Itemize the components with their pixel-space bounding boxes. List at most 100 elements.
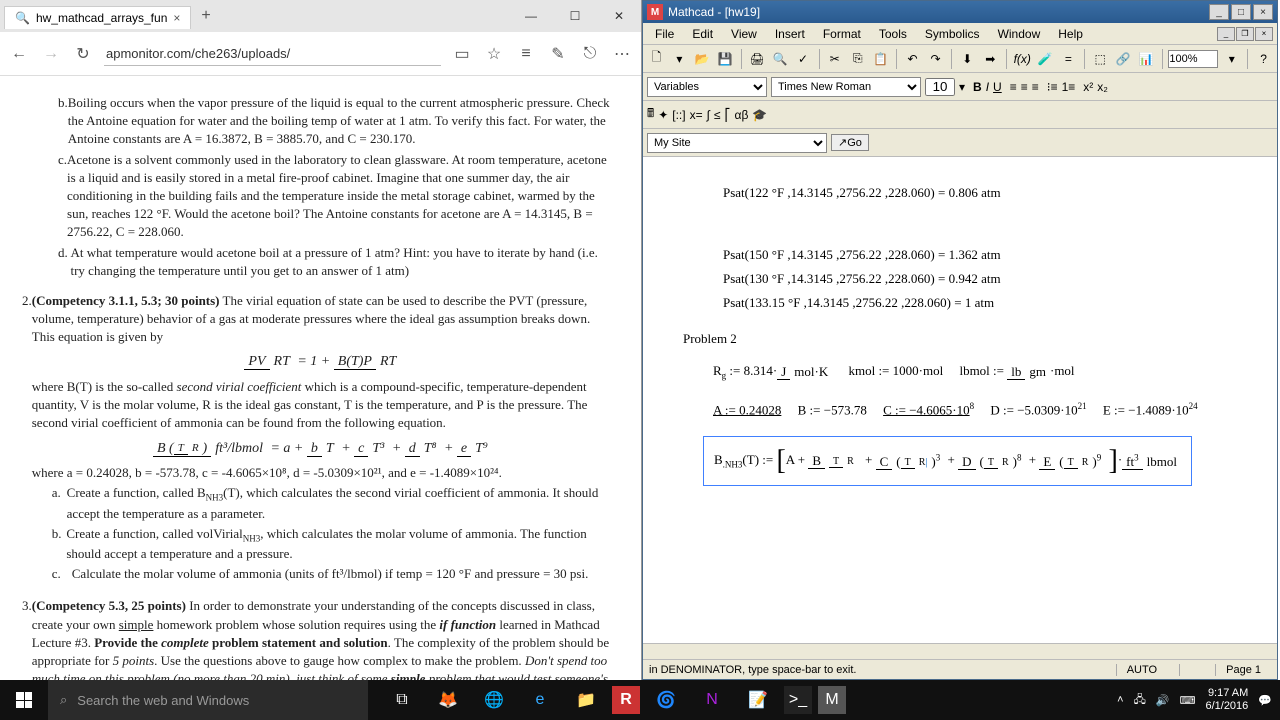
close-button[interactable]: ✕ (597, 1, 641, 31)
hub-icon[interactable]: ≡ (515, 45, 537, 63)
close-tab-icon[interactable]: × (173, 11, 180, 25)
volume-icon[interactable]: 🔊 (1156, 694, 1170, 707)
maximize-button[interactable]: ☐ (553, 1, 597, 31)
mdi-minimize-button[interactable]: _ (1217, 27, 1235, 41)
document-content[interactable]: b.Boiling occurs when the vapor pressure… (0, 76, 641, 680)
graph-toolbar-icon[interactable]: ✦ (658, 108, 668, 122)
unit-icon[interactable]: 🧪 (1036, 48, 1055, 70)
align-left-icon[interactable]: ≡ (1010, 80, 1017, 94)
undo-icon[interactable]: ↶ (903, 48, 922, 70)
cut-icon[interactable]: ✂ (825, 48, 844, 70)
bullets-icon[interactable]: ⁝≡ (1047, 80, 1058, 94)
bold-button[interactable]: B (973, 80, 982, 94)
bnh3-definition[interactable]: B.NH3(T) := [A + BTR + C(TR|)3 + D(TR)8 … (703, 436, 1192, 486)
italic-button[interactable]: I (986, 80, 989, 94)
calculator-icon[interactable]: 🖩 (647, 104, 654, 125)
more-icon[interactable]: ⋯ (611, 44, 633, 64)
reading-view-icon[interactable]: ▭ (451, 44, 473, 64)
font-size-input[interactable] (925, 78, 955, 96)
help-icon[interactable]: ? (1254, 48, 1273, 70)
new-icon[interactable]: 🗋 (647, 48, 666, 70)
psat-line-1[interactable]: Psat(122 °F ,14.3145 ,2756.22 ,228.060) … (723, 185, 1237, 201)
browser-tab[interactable]: 🔍 hw_mathcad_arrays_fun × (4, 6, 191, 29)
firefox-icon[interactable]: 🦊 (428, 680, 468, 720)
mdi-close-button[interactable]: × (1255, 27, 1273, 41)
evaluation-icon[interactable]: x= (690, 108, 703, 122)
mc-close-button[interactable]: × (1253, 4, 1273, 20)
menu-insert[interactable]: Insert (767, 25, 813, 43)
insert-link-icon[interactable]: 🔗 (1114, 48, 1133, 70)
psat-line-2[interactable]: Psat(150 °F ,14.3145 ,2756.22 ,228.060) … (723, 247, 1237, 263)
dropdown-icon[interactable]: ▾ (670, 48, 689, 70)
underline-button[interactable]: U (993, 80, 1002, 94)
notifications-icon[interactable]: 💬 (1258, 694, 1272, 707)
paste-icon[interactable]: 📋 (871, 48, 890, 70)
copy-icon[interactable]: ⎘ (848, 48, 867, 70)
constants-line[interactable]: Rg := 8.314·Jmol·K kmol := 1000·mol lbmo… (713, 363, 1237, 381)
zoom-input[interactable] (1168, 50, 1218, 68)
menu-symbolics[interactable]: Symbolics (917, 25, 988, 43)
horizontal-scrollbar[interactable] (643, 643, 1277, 659)
symbolic-icon[interactable]: 🎓 (752, 108, 767, 122)
function-icon[interactable]: f(x) (1013, 48, 1032, 70)
align-down-icon[interactable]: ⬇ (958, 48, 977, 70)
taskbar-clock[interactable]: 9:17 AM 6/1/2016 (1205, 687, 1248, 713)
align-across-icon[interactable]: ➡ (981, 48, 1000, 70)
superscript-icon[interactable]: x² (1083, 80, 1093, 94)
cmd-icon[interactable]: >_ (784, 686, 812, 714)
fontsize-dropdown-icon[interactable]: ▾ (959, 80, 965, 94)
calculus-icon[interactable]: ∫ (707, 108, 710, 122)
subscript-icon[interactable]: x₂ (1097, 80, 1108, 94)
problem-2-label[interactable]: Problem 2 (683, 331, 1237, 347)
onenote-icon[interactable]: N (692, 680, 732, 720)
chrome-icon[interactable]: 🌐 (474, 680, 514, 720)
menu-file[interactable]: File (647, 25, 682, 43)
forward-button[interactable]: → (40, 45, 62, 63)
start-button[interactable] (0, 680, 48, 720)
mdi-restore-button[interactable]: ❐ (1236, 27, 1254, 41)
graph-icon[interactable]: 📊 (1137, 48, 1156, 70)
matrix-icon[interactable]: [::] (672, 108, 685, 122)
mathcad-task-icon[interactable]: M (818, 686, 846, 714)
psat-line-3[interactable]: Psat(130 °F ,14.3145 ,2756.22 ,228.060) … (723, 271, 1237, 287)
open-icon[interactable]: 📂 (693, 48, 712, 70)
edge-icon[interactable]: e (520, 680, 560, 720)
redo-icon[interactable]: ↷ (926, 48, 945, 70)
menu-view[interactable]: View (723, 25, 765, 43)
align-center-icon[interactable]: ≡ (1021, 80, 1028, 94)
menu-help[interactable]: Help (1050, 25, 1091, 43)
programming-icon[interactable]: ⎡ (725, 108, 731, 122)
psat-line-4[interactable]: Psat(133.15 °F ,14.3145 ,2756.22 ,228.06… (723, 295, 1237, 311)
winscp-icon[interactable]: 🌀 (646, 680, 686, 720)
numbering-icon[interactable]: 1≡ (1062, 80, 1076, 94)
print-icon[interactable]: 🖨 (748, 48, 767, 70)
menu-window[interactable]: Window (990, 25, 1049, 43)
file-explorer-icon[interactable]: 📁 (566, 680, 606, 720)
mathcad-worksheet[interactable]: Psat(122 °F ,14.3145 ,2756.22 ,228.060) … (643, 157, 1277, 643)
mc-minimize-button[interactable]: _ (1209, 4, 1229, 20)
component-icon[interactable]: ⬚ (1091, 48, 1110, 70)
network-icon[interactable]: 🖧 (1134, 691, 1146, 710)
favorite-icon[interactable]: ☆ (483, 44, 505, 64)
tray-up-icon[interactable]: ˄ (1117, 694, 1123, 706)
save-icon[interactable]: 💾 (716, 48, 735, 70)
calc-icon[interactable]: = (1059, 48, 1078, 70)
new-tab-button[interactable]: + (191, 3, 220, 29)
style-select[interactable]: Variables (647, 77, 767, 97)
task-view-icon[interactable]: ⧉ (382, 680, 422, 720)
mc-maximize-button[interactable]: □ (1231, 4, 1251, 20)
go-button[interactable]: ↗Go (831, 134, 869, 151)
minimize-button[interactable]: — (509, 1, 553, 31)
address-bar[interactable] (104, 42, 441, 66)
boolean-icon[interactable]: ≤ (714, 108, 721, 122)
app-r-icon[interactable]: R (612, 686, 640, 714)
greek-icon[interactable]: αβ (735, 108, 749, 122)
print-preview-icon[interactable]: 🔍 (771, 48, 790, 70)
zoom-dropdown-icon[interactable]: ▾ (1222, 48, 1241, 70)
align-right-icon[interactable]: ≡ (1032, 80, 1039, 94)
abcde-line[interactable]: A := 0.24028 B := −573.78 C := −4.6065·1… (713, 401, 1237, 418)
notepadpp-icon[interactable]: 📝 (738, 680, 778, 720)
font-select[interactable]: Times New Roman (771, 77, 921, 97)
menu-format[interactable]: Format (815, 25, 869, 43)
menu-tools[interactable]: Tools (871, 25, 915, 43)
